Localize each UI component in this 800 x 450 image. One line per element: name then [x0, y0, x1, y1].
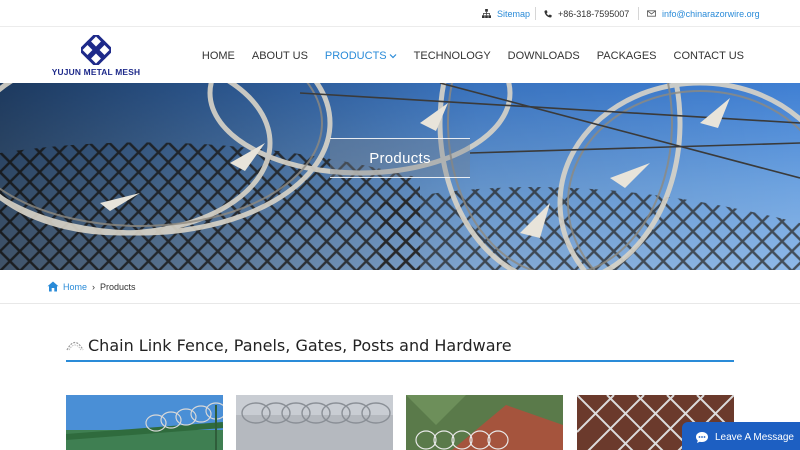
nav-downloads[interactable]: DOWNLOADS	[508, 50, 580, 62]
logo-icon	[81, 35, 111, 65]
site-header: YUJUN METAL MESH HOME ABOUT US PRODUCTS …	[0, 28, 800, 83]
product-thumbnail[interactable]	[66, 395, 223, 450]
phone-number: +86-318-7595007	[558, 8, 630, 19]
mail-icon	[647, 10, 656, 17]
breadcrumb: Home › Products	[0, 270, 800, 304]
logo[interactable]: YUJUN METAL MESH	[46, 35, 146, 77]
nav-products[interactable]: PRODUCTS	[325, 50, 397, 62]
razor-wire-roof-image	[406, 395, 563, 450]
sitemap-link[interactable]: Sitemap	[482, 0, 530, 27]
wire-coil-icon	[66, 341, 84, 351]
sitemap-icon	[482, 9, 491, 18]
phone-icon	[544, 9, 552, 18]
sitemap-label: Sitemap	[497, 8, 531, 19]
product-thumbnail[interactable]	[406, 395, 563, 450]
phone-contact: +86-318-7595007	[544, 0, 629, 27]
brand-name: YUJUN METAL MESH	[51, 67, 141, 77]
nav-products-label: PRODUCTS	[324, 49, 387, 62]
section-heading: Chain Link Fence, Panels, Gates, Posts a…	[66, 330, 734, 362]
nav-home[interactable]: HOME	[202, 50, 235, 62]
nav-contact-us[interactable]: CONTACT US	[674, 50, 745, 62]
banner-title: Products	[330, 138, 470, 178]
leave-message-button[interactable]: Leave A Message	[682, 422, 800, 450]
email-link[interactable]: info@chinarazorwire.org	[647, 0, 760, 27]
main-nav: HOME ABOUT US PRODUCTS TECHNOLOGY DOWNLO…	[185, 28, 744, 83]
page-banner: Products	[0, 83, 800, 270]
section-title: Chain Link Fence, Panels, Gates, Posts a…	[88, 335, 512, 355]
nav-about-us[interactable]: ABOUT US	[252, 50, 308, 62]
top-bar: Sitemap +86-318-7595007 info@chinarazorw…	[0, 0, 800, 27]
nav-packages[interactable]: PACKAGES	[597, 50, 657, 62]
divider	[638, 7, 639, 20]
chevron-right-icon: ›	[92, 281, 96, 292]
nav-technology[interactable]: TECHNOLOGY	[414, 50, 491, 62]
home-icon	[47, 281, 59, 292]
razor-wire-fence-image	[66, 395, 223, 450]
chat-bubble-icon	[696, 431, 708, 443]
breadcrumb-home-label: Home	[63, 281, 88, 292]
divider	[535, 7, 536, 20]
product-thumbnail[interactable]	[236, 395, 393, 450]
breadcrumb-current: Products	[100, 281, 136, 292]
razor-wire-wall-image	[236, 395, 393, 450]
breadcrumb-home[interactable]: Home	[47, 281, 87, 292]
leave-message-label: Leave A Message	[715, 431, 794, 443]
chevron-down-icon	[389, 53, 397, 58]
email-address: info@chinarazorwire.org	[662, 8, 760, 19]
